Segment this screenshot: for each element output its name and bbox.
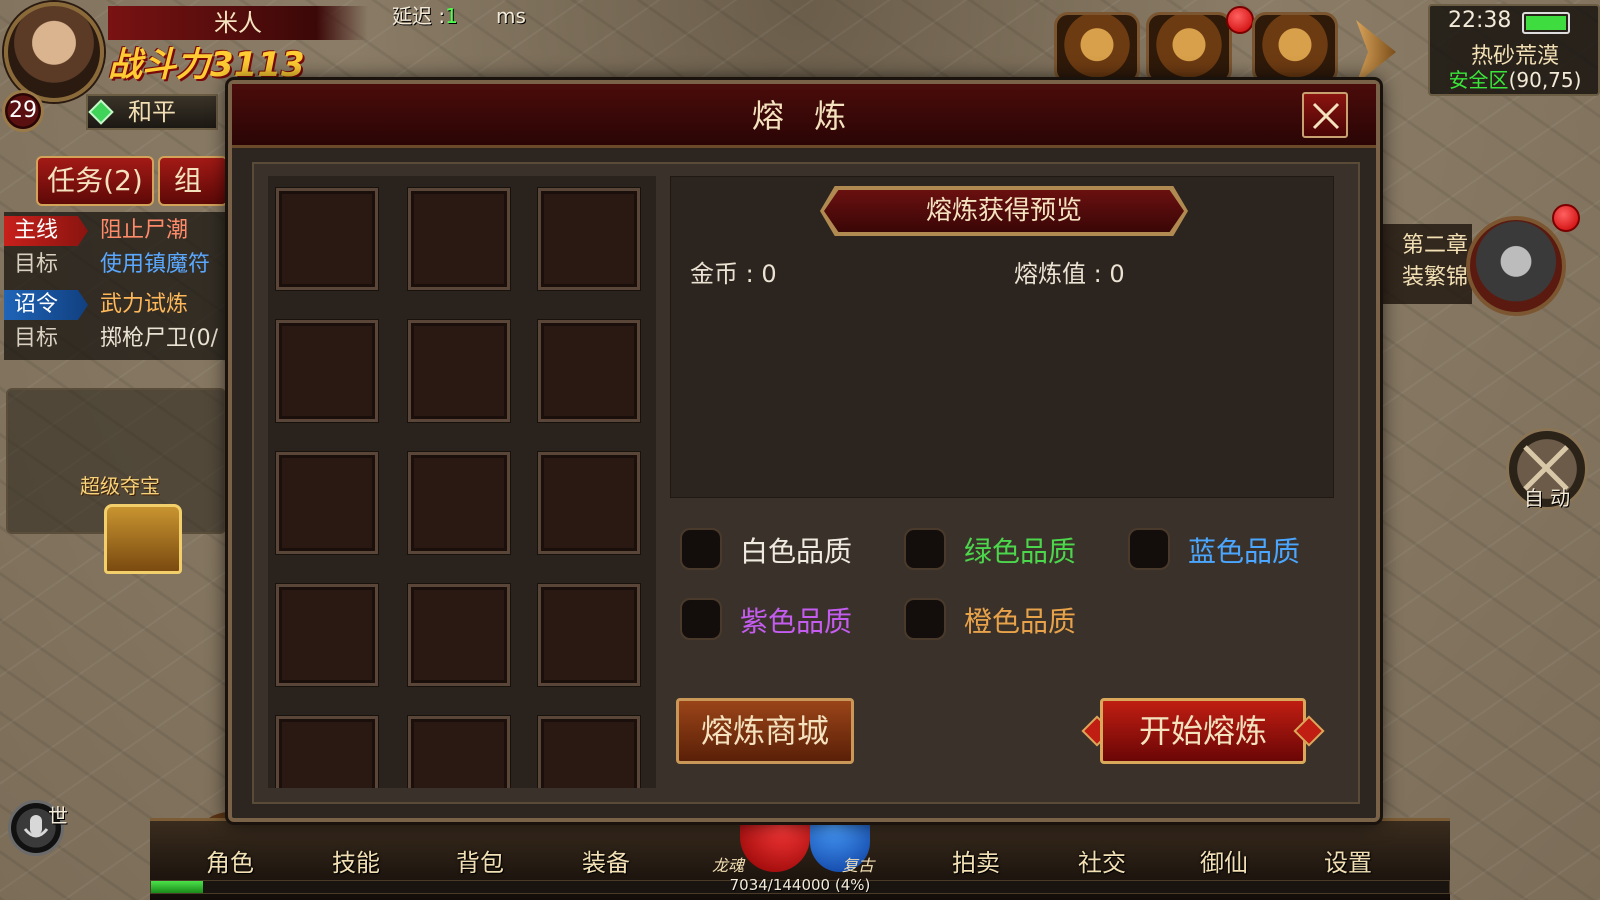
zone-status: 安全区(90,75) xyxy=(1440,64,1590,93)
gold-ingot-icon[interactable] xyxy=(1054,12,1140,84)
quest-tag: 目标 xyxy=(14,326,59,351)
close-button[interactable] xyxy=(1302,92,1348,138)
treasure-pile-icon[interactable] xyxy=(1252,12,1338,84)
latency-value: 1 xyxy=(445,4,458,28)
quest-tag: 主线 xyxy=(4,216,88,246)
super-treasure-label: 超级夺宝 xyxy=(80,474,160,498)
player-avatar[interactable] xyxy=(4,2,104,102)
checkbox-green-quality[interactable] xyxy=(904,528,946,570)
battery-icon xyxy=(1522,12,1570,34)
close-icon xyxy=(1312,102,1340,130)
boss-skull-icon[interactable] xyxy=(1466,216,1566,316)
latency-readout: 延迟 :1 ms xyxy=(392,0,526,29)
player-name: 米人 xyxy=(108,6,368,40)
notification-dot-icon xyxy=(1226,6,1254,34)
equipment-slot[interactable] xyxy=(538,320,640,422)
equipment-slot[interactable] xyxy=(276,716,378,788)
zone-coords: (90,75) xyxy=(1508,68,1582,92)
quest-row-goal[interactable]: 目标 使用镇魔符 xyxy=(4,248,228,282)
quest-row-edict[interactable]: 诏令 武力试炼 xyxy=(4,288,228,322)
latency-unit: ms xyxy=(496,4,526,28)
chapter-subtitle: 装繁锦 xyxy=(1401,265,1468,290)
quest-text: 武力试炼 xyxy=(100,292,189,317)
equipment-slot[interactable] xyxy=(276,452,378,554)
smelting-dialog: 熔 炼 熔炼获得预览 金币 : 0 熔炼值 : 0 白色品质 绿色品质 蓝色品质 xyxy=(228,80,1380,822)
quest-row-goal[interactable]: 目标 掷枪尸卫(0/ xyxy=(4,322,228,356)
equipment-slot[interactable] xyxy=(538,716,640,788)
smelt-value-reward: 熔炼值 : 0 xyxy=(1014,260,1125,288)
orb-right-label: 复古 xyxy=(842,856,875,875)
equipment-slot[interactable] xyxy=(276,188,378,290)
clock: 22:38 xyxy=(1448,8,1512,33)
orb-left-label: 龙魂 xyxy=(712,856,745,875)
exp-text: 7034/144000 (4%) xyxy=(729,876,871,894)
equipment-slot[interactable] xyxy=(408,452,510,554)
checkbox-purple-quality[interactable] xyxy=(680,598,722,640)
quest-tracker[interactable]: 主线 阻止尸潮 目标 使用镇魔符 诏令 武力试炼 目标 掷枪尸卫(0/ xyxy=(4,212,228,360)
treasure-chest-icon[interactable] xyxy=(104,504,182,574)
chapter-title: 第二章 xyxy=(1401,233,1468,258)
collapse-arrow-icon[interactable] xyxy=(1356,20,1396,84)
tab-team[interactable]: 组 xyxy=(158,156,228,206)
notification-dot-icon xyxy=(1552,204,1580,232)
equipment-slot[interactable] xyxy=(408,584,510,686)
label-blue-quality: 蓝色品质 xyxy=(1188,535,1301,568)
safe-zone-label: 安全区 xyxy=(1448,68,1509,92)
equipment-slot[interactable] xyxy=(408,188,510,290)
checkbox-white-quality[interactable] xyxy=(680,528,722,570)
quest-row-main[interactable]: 主线 阻止尸潮 xyxy=(4,214,228,248)
preview-banner: 熔炼获得预览 xyxy=(824,190,1184,232)
label-orange-quality: 橙色品质 xyxy=(964,605,1077,638)
world-channel-label: 世 xyxy=(48,804,68,828)
checkbox-orange-quality[interactable] xyxy=(904,598,946,640)
tab-tasks[interactable]: 任务(2) xyxy=(36,156,154,206)
quest-tag: 目标 xyxy=(14,252,59,277)
label-purple-quality: 紫色品质 xyxy=(740,605,853,638)
equipment-slot-grid[interactable] xyxy=(268,176,656,788)
combat-power-label: 战斗力 xyxy=(108,45,210,85)
label-white-quality: 白色品质 xyxy=(740,535,853,568)
latency-label: 延迟 : xyxy=(392,4,446,28)
dialog-title: 熔 炼 xyxy=(751,97,857,135)
auto-battle-label: 自 动 xyxy=(1523,486,1571,510)
gift-box-icon[interactable] xyxy=(1146,12,1232,84)
label-green-quality: 绿色品质 xyxy=(964,535,1077,568)
smelt-shop-button[interactable]: 熔炼商城 xyxy=(676,698,854,764)
equipment-slot[interactable] xyxy=(538,452,640,554)
equipment-slot[interactable] xyxy=(538,188,640,290)
combat-power-value: 3113 xyxy=(210,45,305,85)
checkbox-blue-quality[interactable] xyxy=(1128,528,1170,570)
gold-reward: 金币 : 0 xyxy=(690,260,777,288)
quest-tag: 诏令 xyxy=(4,290,88,320)
chapter-tracker[interactable]: 第二章 装繁锦 xyxy=(1380,224,1472,304)
quest-text: 使用镇魔符 xyxy=(100,252,211,277)
equipment-slot[interactable] xyxy=(408,716,510,788)
equipment-slot[interactable] xyxy=(276,584,378,686)
player-level-badge: 29 xyxy=(2,90,44,132)
equipment-slot[interactable] xyxy=(276,320,378,422)
quest-text: 阻止尸潮 xyxy=(100,218,189,243)
start-smelt-button[interactable]: 开始熔炼 xyxy=(1100,698,1306,764)
equipment-slot[interactable] xyxy=(408,320,510,422)
quest-text: 掷枪尸卫(0/ xyxy=(100,326,218,351)
equipment-slot[interactable] xyxy=(538,584,640,686)
